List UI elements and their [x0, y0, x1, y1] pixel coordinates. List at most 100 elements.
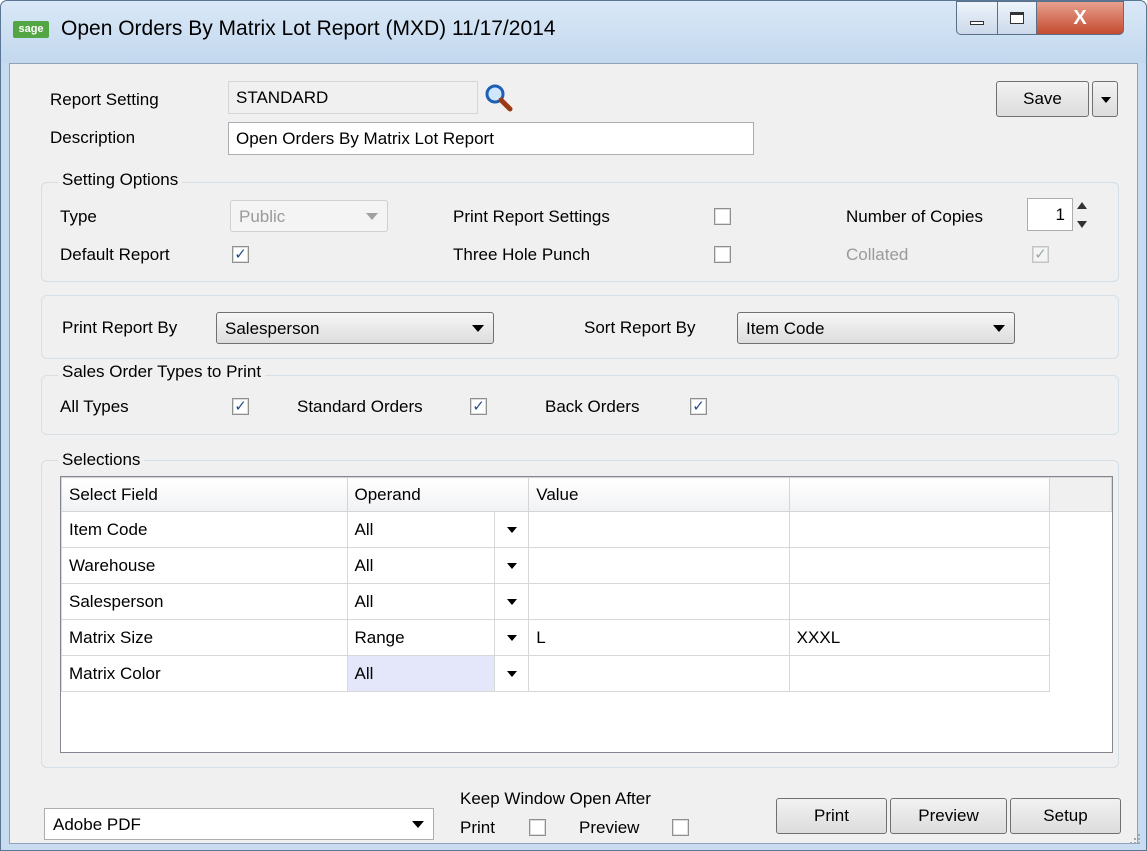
operand-cell[interactable]: All	[346, 655, 530, 692]
standard-orders-checkbox[interactable]: ✓	[470, 398, 487, 415]
empty-cell	[1050, 548, 1112, 584]
spin-down-icon[interactable]	[1077, 221, 1087, 228]
three-hole-punch-checkbox[interactable]	[714, 246, 731, 263]
description-label: Description	[50, 128, 136, 147]
standard-orders-label: Standard Orders	[297, 397, 423, 416]
chevron-down-icon[interactable]	[494, 584, 528, 619]
table-row[interactable]: Matrix Size Range L XXXL	[61, 619, 1112, 656]
chevron-down-icon	[993, 325, 1005, 332]
chevron-down-icon	[412, 821, 424, 828]
keep-open-preview-label: Preview	[579, 818, 640, 837]
back-orders-checkbox[interactable]: ✓	[690, 398, 707, 415]
field-cell: Salesperson	[61, 583, 348, 620]
field-cell: Matrix Color	[61, 655, 348, 692]
table-row[interactable]: Salesperson All	[61, 583, 1112, 620]
sort-report-by-dropdown[interactable]: Item Code	[737, 312, 1015, 344]
table-row[interactable]: Matrix Color All	[61, 655, 1112, 692]
value-to-cell[interactable]	[788, 511, 1051, 548]
chevron-down-icon[interactable]	[494, 656, 528, 691]
close-icon: X	[1073, 6, 1087, 29]
operand-cell[interactable]: All	[346, 511, 530, 548]
header-spacer	[1049, 477, 1112, 512]
value-cell[interactable]	[528, 655, 790, 692]
print-button[interactable]: Print	[776, 798, 887, 834]
chevron-down-icon	[366, 213, 378, 220]
back-orders-label: Back Orders	[545, 397, 640, 416]
save-options-dropdown[interactable]	[1092, 81, 1118, 117]
save-button[interactable]: Save	[996, 81, 1089, 117]
value-cell[interactable]	[528, 547, 790, 584]
lookup-magnifier-icon[interactable]	[484, 83, 514, 113]
operand-cell[interactable]: All	[346, 547, 530, 584]
minimize-icon	[970, 21, 984, 25]
chevron-down-icon[interactable]	[494, 512, 528, 547]
empty-cell	[1050, 620, 1112, 656]
printer-dropdown[interactable]: Adobe PDF	[44, 808, 434, 840]
sort-report-by-label: Sort Report By	[584, 318, 696, 337]
all-types-label: All Types	[60, 397, 129, 416]
report-setting-field[interactable]: STANDARD	[228, 81, 478, 114]
setup-button[interactable]: Setup	[1010, 798, 1121, 834]
default-report-checkbox[interactable]: ✓	[232, 246, 249, 263]
sage-app-icon: sage	[13, 21, 49, 38]
header-select-field[interactable]: Select Field	[61, 477, 348, 512]
close-button[interactable]: X	[1036, 1, 1124, 35]
resize-grip-icon[interactable]	[1128, 832, 1142, 846]
report-window: sage Open Orders By Matrix Lot Report (M…	[0, 0, 1147, 851]
minimize-button[interactable]	[956, 1, 998, 35]
chevron-down-icon[interactable]	[494, 620, 528, 655]
print-report-settings-checkbox[interactable]	[714, 208, 731, 225]
setting-options-group	[41, 182, 1119, 282]
chevron-down-icon[interactable]	[494, 548, 528, 583]
value-cell[interactable]	[528, 511, 790, 548]
collated-checkbox: ✓	[1032, 246, 1049, 263]
collated-label: Collated	[846, 245, 909, 264]
setting-options-title: Setting Options	[58, 170, 183, 190]
selections-title: Selections	[58, 450, 145, 470]
print-report-by-dropdown[interactable]: Salesperson	[216, 312, 494, 344]
number-of-copies-label: Number of Copies	[846, 207, 984, 226]
value-to-cell[interactable]	[788, 583, 1051, 620]
grid-header-row: Select Field Operand Value	[61, 477, 1112, 512]
three-hole-punch-label: Three Hole Punch	[453, 245, 591, 264]
description-field[interactable]: Open Orders By Matrix Lot Report	[228, 122, 754, 155]
window-title: Open Orders By Matrix Lot Report (MXD) 1…	[61, 17, 556, 40]
value-to-cell[interactable]	[788, 547, 1051, 584]
value-to-cell[interactable]: XXXL	[788, 619, 1051, 656]
keep-open-preview-checkbox[interactable]	[672, 819, 689, 836]
operand-cell[interactable]: Range	[346, 619, 530, 656]
default-report-label: Default Report	[60, 245, 170, 264]
maximize-button[interactable]	[997, 1, 1037, 35]
value-cell[interactable]: L	[528, 619, 790, 656]
chevron-down-icon	[472, 325, 484, 332]
keep-open-print-checkbox[interactable]	[529, 819, 546, 836]
keep-window-open-label: Keep Window Open After	[460, 789, 651, 808]
type-dropdown: Public	[230, 200, 388, 232]
keep-open-print-label: Print	[460, 818, 495, 837]
selections-grid[interactable]: Select Field Operand Value Item Code All…	[60, 476, 1113, 753]
sales-order-types-title: Sales Order Types to Print	[58, 362, 266, 382]
header-value-to[interactable]	[788, 477, 1051, 512]
preview-button[interactable]: Preview	[890, 798, 1007, 834]
field-cell: Warehouse	[61, 547, 348, 584]
value-cell[interactable]	[528, 583, 790, 620]
field-cell: Item Code	[61, 511, 348, 548]
table-row[interactable]: Warehouse All	[61, 547, 1112, 584]
title-bar[interactable]: sage Open Orders By Matrix Lot Report (M…	[1, 1, 1146, 63]
selections-table: Select Field Operand Value Item Code All…	[61, 477, 1112, 692]
table-row[interactable]: Item Code All	[61, 511, 1112, 548]
empty-cell	[1050, 656, 1112, 692]
spin-up-icon[interactable]	[1077, 202, 1087, 209]
header-value[interactable]: Value	[528, 477, 790, 512]
operand-cell[interactable]: All	[346, 583, 530, 620]
all-types-checkbox[interactable]: ✓	[232, 398, 249, 415]
value-to-cell[interactable]	[788, 655, 1051, 692]
report-setting-label: Report Setting	[50, 90, 159, 109]
maximize-icon	[1010, 12, 1024, 24]
header-operand[interactable]: Operand	[346, 477, 530, 512]
type-label: Type	[60, 207, 97, 226]
print-report-settings-label: Print Report Settings	[453, 207, 610, 226]
print-report-by-label: Print Report By	[62, 318, 178, 337]
empty-cell	[1050, 584, 1112, 620]
number-of-copies-field[interactable]: 1	[1027, 198, 1073, 231]
